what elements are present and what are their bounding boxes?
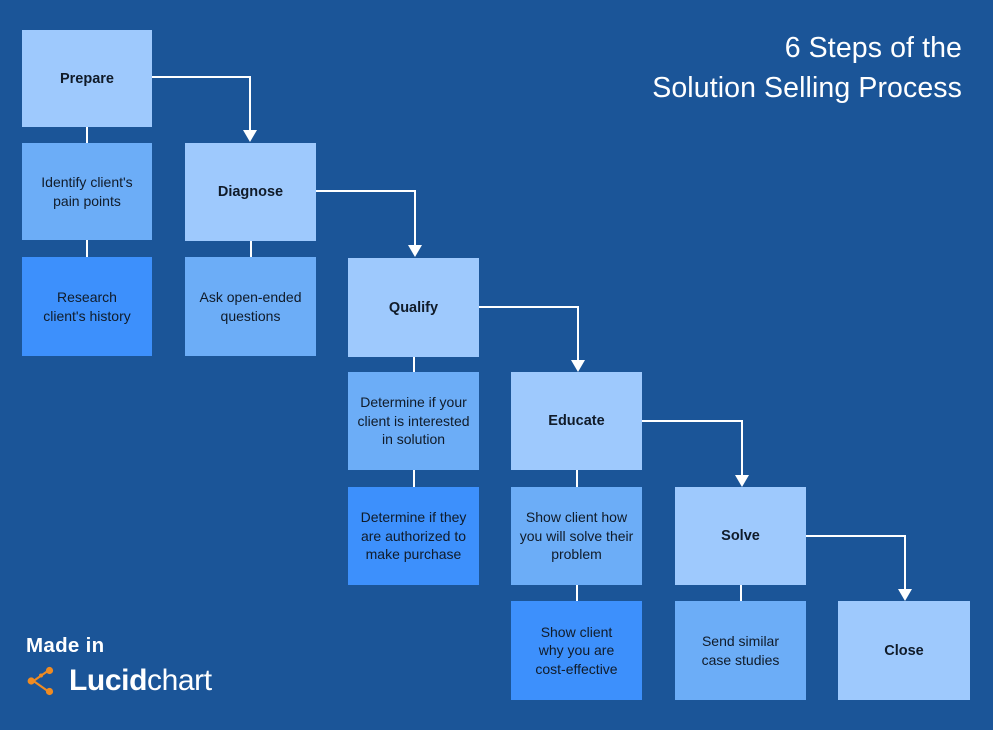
connector-educate-detail-1-to-2 (576, 585, 578, 601)
node-prepare-detail-2-label: Research client's history (43, 289, 131, 324)
node-prepare[interactable]: Prepare (22, 30, 152, 127)
node-qualify-detail-1-label: Determine if your client is interested i… (357, 394, 470, 448)
connector-educate-to-solve-horizontal (642, 420, 743, 422)
node-close[interactable]: Close (838, 601, 970, 700)
node-qualify-label: Qualify (388, 299, 439, 316)
connector-solve-to-detail-1 (740, 585, 742, 601)
lucidchart-wordmark: Lucidchart (69, 664, 212, 698)
node-educate-detail-2[interactable]: Show client why you are cost-effective (511, 601, 642, 700)
node-diagnose-detail-1-label: Ask open-ended questions (199, 289, 302, 324)
connector-prepare-to-detail-1 (86, 127, 88, 143)
connector-diagnose-to-detail-1 (250, 241, 252, 257)
arrowhead-diagnose-to-qualify (408, 245, 422, 257)
node-prepare-detail-1-label: Identify client's pain points (41, 174, 133, 209)
connector-qualify-to-detail-1 (413, 357, 415, 372)
node-educate-detail-2-label: Show client why you are cost-effective (535, 623, 618, 677)
diagram-canvas: 6 Steps of the Solution Selling Process (0, 0, 1000, 734)
arrowhead-prepare-to-diagnose (243, 130, 257, 142)
node-diagnose[interactable]: Diagnose (185, 143, 316, 241)
connector-prepare-detail-1-to-2 (86, 240, 88, 257)
connector-qualify-detail-1-to-2 (413, 470, 415, 487)
node-close-label: Close (884, 642, 924, 659)
node-solve-detail-1-label: Send similar case studies (701, 633, 780, 668)
node-diagnose-detail-1[interactable]: Ask open-ended questions (185, 257, 316, 356)
node-prepare-detail-2[interactable]: Research client's history (22, 257, 152, 356)
node-qualify-detail-2-label: Determine if they are authorized to make… (360, 509, 467, 563)
node-solve[interactable]: Solve (675, 487, 806, 585)
node-educate-detail-1-label: Show client how you will solve their pro… (519, 509, 634, 563)
node-qualify-detail-2[interactable]: Determine if they are authorized to make… (348, 487, 479, 585)
node-qualify-detail-1[interactable]: Determine if your client is interested i… (348, 372, 479, 470)
connector-diagnose-to-qualify-horizontal (316, 190, 416, 192)
connector-qualify-to-educate-vertical (577, 306, 579, 361)
node-educate-label: Educate (548, 413, 605, 429)
connector-solve-to-close-vertical (904, 535, 906, 590)
connector-diagnose-to-qualify-vertical (414, 190, 416, 246)
page-title: 6 Steps of the Solution Selling Process (652, 32, 962, 104)
connector-qualify-to-educate-horizontal (479, 306, 579, 308)
connector-prepare-to-diagnose-vertical (249, 76, 251, 131)
node-prepare-label: Prepare (59, 70, 114, 87)
node-solve-label: Solve (721, 528, 760, 544)
connector-educate-to-detail-1 (576, 470, 578, 487)
node-educate[interactable]: Educate (511, 372, 642, 470)
arrowhead-qualify-to-educate (571, 360, 585, 372)
lucidchart-logo: Lucidchart (26, 664, 266, 698)
connector-prepare-to-diagnose-horizontal (152, 76, 251, 78)
lucidchart-attribution: Made in Lucidchart (26, 634, 266, 714)
arrowhead-educate-to-solve (735, 475, 749, 487)
diagram-background: 6 Steps of the Solution Selling Process (0, 0, 993, 730)
lucidchart-node-icon (27, 666, 54, 696)
made-in-label: Made in (26, 634, 105, 657)
connector-educate-to-solve-vertical (741, 420, 743, 476)
node-qualify[interactable]: Qualify (348, 258, 479, 357)
arrowhead-solve-to-close (898, 589, 912, 601)
lucidchart-wordmark-bold: Lucid (69, 664, 147, 697)
node-diagnose-label: Diagnose (217, 184, 284, 200)
node-solve-detail-1[interactable]: Send similar case studies (675, 601, 806, 700)
connector-solve-to-close-horizontal (806, 535, 906, 537)
node-prepare-detail-1[interactable]: Identify client's pain points (22, 143, 152, 240)
lucidchart-wordmark-light: chart (147, 664, 212, 697)
node-educate-detail-1[interactable]: Show client how you will solve their pro… (511, 487, 642, 585)
